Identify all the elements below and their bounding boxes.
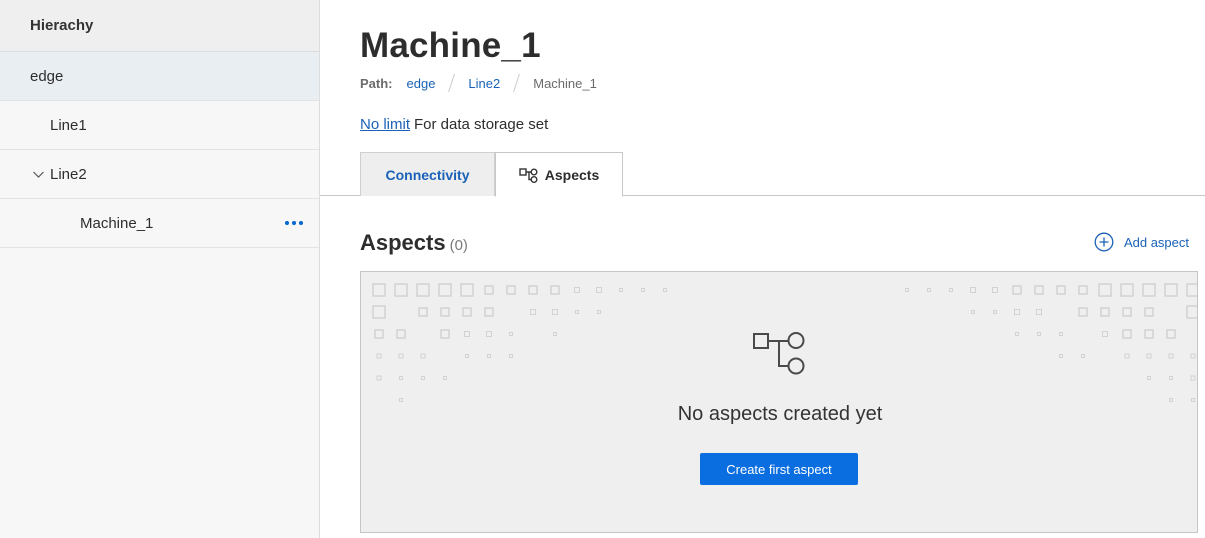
tree-item-machine-1[interactable]: Machine_1 xyxy=(0,199,319,248)
tree-item-line2[interactable]: Line2 xyxy=(0,150,319,199)
create-first-aspect-button[interactable]: Create first aspect xyxy=(700,453,858,485)
chevron-down-icon[interactable] xyxy=(32,168,45,181)
aspect-tree-icon xyxy=(753,332,805,375)
section-title: Aspects (0) xyxy=(360,230,468,256)
sidebar-header: Hierachy xyxy=(0,0,319,52)
hierarchy-sidebar: Hierachy edge Line1 Line2 Machine_1 xyxy=(0,0,320,538)
tab-connectivity[interactable]: Connectivity xyxy=(360,152,495,196)
empty-state-panel: No aspects created yet Create first aspe… xyxy=(360,271,1198,533)
storage-info-text: For data storage set xyxy=(414,116,549,133)
tree-item-label: Line2 xyxy=(50,165,87,183)
breadcrumb-label: Path: xyxy=(360,75,393,91)
breadcrumb-link-line2[interactable]: Line2 xyxy=(468,76,500,91)
breadcrumb-current: Machine_1 xyxy=(533,75,597,91)
add-aspect-button[interactable]: Add aspect xyxy=(1094,232,1189,252)
breadcrumb: Path: edge Line2 Machine_1 xyxy=(360,74,597,92)
breadcrumb-link-edge[interactable]: edge xyxy=(407,76,436,91)
main-content: Machine_1 Path: edge Line2 Machine_1 No … xyxy=(320,0,1205,538)
tree-item-edge[interactable]: edge xyxy=(0,52,319,101)
tab-label: Aspects xyxy=(544,166,600,183)
plus-circle-icon xyxy=(1094,232,1114,252)
tab-aspects[interactable]: Aspects xyxy=(495,152,623,197)
app-root: Hierachy edge Line1 Line2 Machine_1 Mach… xyxy=(0,0,1205,538)
tab-label: Connectivity xyxy=(385,166,470,183)
tree-item-label: edge xyxy=(30,67,64,85)
storage-limit-link[interactable]: No limit xyxy=(360,116,410,133)
breadcrumb-separator xyxy=(448,74,456,92)
aspect-count: (0) xyxy=(449,237,468,254)
aspect-tree-icon xyxy=(519,167,538,183)
page-title: Machine_1 xyxy=(360,26,541,65)
tree-item-line1[interactable]: Line1 xyxy=(0,101,319,150)
tree-item-label: Machine_1 xyxy=(80,214,154,232)
empty-state-message: No aspects created yet xyxy=(677,403,883,425)
add-aspect-label: Add aspect xyxy=(1123,234,1189,250)
section-title-text: Aspects xyxy=(360,230,446,255)
tree-item-label: Line1 xyxy=(50,116,87,134)
tab-bar: Connectivity Aspects xyxy=(320,152,1205,197)
breadcrumb-separator xyxy=(513,74,521,92)
more-options-icon[interactable] xyxy=(281,217,307,229)
storage-info: No limit For data storage set xyxy=(360,116,548,133)
